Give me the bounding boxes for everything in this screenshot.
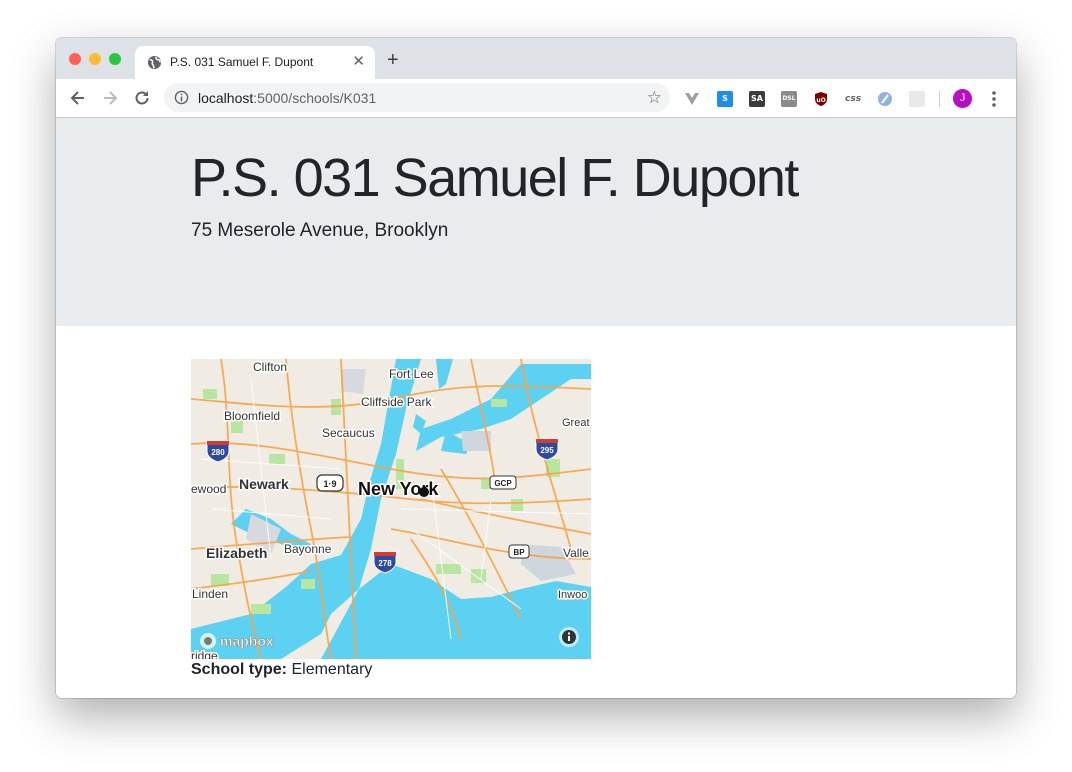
map-label-secaucus: Secaucus bbox=[322, 426, 375, 440]
map-label-newark: Newark bbox=[239, 476, 289, 492]
school-type-label: School type: bbox=[191, 661, 288, 678]
ublock-icon[interactable]: uO bbox=[813, 91, 829, 107]
close-window-button[interactable] bbox=[69, 53, 81, 65]
map-label-bayonne: Bayonne bbox=[284, 542, 332, 556]
map-label-clifton: Clifton bbox=[253, 360, 287, 374]
info-icon[interactable] bbox=[174, 90, 189, 105]
map-label-valle: Valle bbox=[563, 546, 589, 560]
url-text[interactable]: localhost:5000/schools/K031 bbox=[198, 90, 376, 106]
globe-icon bbox=[147, 55, 162, 70]
stylish-icon[interactable]: S bbox=[717, 91, 733, 107]
page-content: P.S. 031 Samuel F. Dupont 75 Meserole Av… bbox=[56, 118, 1016, 698]
map-label-fort-lee: Fort Lee bbox=[389, 367, 434, 381]
minimize-window-button[interactable] bbox=[89, 53, 101, 65]
us19-shield-icon: 1·9 bbox=[316, 474, 344, 492]
map-label-cliffside-park: Cliffside Park bbox=[361, 395, 432, 409]
school-type-value: Elementary bbox=[291, 661, 373, 678]
map-label-inwood: Inwoo bbox=[558, 589, 587, 601]
more-menu-icon[interactable] bbox=[988, 89, 1000, 109]
attribution-info-icon[interactable] bbox=[559, 627, 579, 647]
i278-shield-label: 278 bbox=[378, 559, 392, 568]
title-bar: P.S. 031 Samuel F. Dupont ✕ + bbox=[56, 38, 1016, 79]
school-type-line: School type: Elementary bbox=[191, 661, 372, 679]
reload-icon[interactable] bbox=[132, 88, 152, 108]
sa-icon[interactable]: SA bbox=[749, 91, 765, 107]
browser-window: P.S. 031 Samuel F. Dupont ✕ + localhost:… bbox=[56, 38, 1016, 698]
school-location-marker[interactable] bbox=[419, 487, 429, 497]
school-name-heading: P.S. 031 Samuel F. Dupont bbox=[191, 148, 799, 208]
school-address: 75 Meserole Avenue, Brooklyn bbox=[191, 220, 449, 241]
gcp-shield-label: GCP bbox=[494, 479, 512, 488]
browser-toolbar: localhost:5000/schools/K031 ☆ S SA DSL u… bbox=[56, 79, 1016, 118]
map-label-linden: Linden bbox=[192, 587, 228, 601]
extension-icon[interactable] bbox=[909, 91, 925, 107]
forward-arrow-icon[interactable] bbox=[100, 88, 120, 108]
tab-close-icon[interactable]: ✕ bbox=[352, 52, 365, 72]
map-label-bloomfield: Bloomfield bbox=[224, 409, 280, 423]
url-host: localhost bbox=[198, 90, 254, 106]
bp-shield-label: BP bbox=[513, 548, 525, 557]
profile-avatar[interactable]: J bbox=[953, 89, 972, 108]
school-map[interactable]: Clifton Fort Lee Bloomfield Cliffside Pa… bbox=[191, 359, 591, 659]
url-path: :5000/schools/K031 bbox=[253, 90, 377, 106]
us19-shield-label: 1·9 bbox=[323, 479, 336, 489]
toolbar-separator bbox=[939, 91, 940, 107]
map-label-ewood: ewood bbox=[191, 482, 226, 496]
mapbox-logo[interactable]: mapbox bbox=[200, 633, 274, 649]
map-label-great: Great bbox=[562, 417, 590, 429]
jumbotron-header: P.S. 031 Samuel F. Dupont 75 Meserole Av… bbox=[56, 118, 1016, 326]
map-label-ridge: ridge bbox=[191, 649, 218, 659]
new-tab-icon[interactable]: + bbox=[387, 50, 399, 70]
back-arrow-icon[interactable] bbox=[68, 88, 88, 108]
address-bar[interactable]: localhost:5000/schools/K031 ☆ bbox=[164, 83, 670, 112]
mapbox-logo-text: mapbox bbox=[220, 633, 274, 649]
gcp-shield-icon: GCP bbox=[489, 475, 517, 490]
bookmark-star-icon[interactable]: ☆ bbox=[647, 88, 662, 107]
svg-text:uO: uO bbox=[816, 97, 825, 104]
dsl-icon[interactable]: DSL bbox=[781, 91, 797, 107]
tab-title: P.S. 031 Samuel F. Dupont bbox=[170, 55, 314, 69]
map-label-elizabeth: Elizabeth bbox=[206, 545, 267, 561]
pinboard-icon[interactable] bbox=[877, 91, 893, 107]
map-canvas[interactable]: Clifton Fort Lee Bloomfield Cliffside Pa… bbox=[191, 359, 591, 659]
css-icon[interactable]: css bbox=[845, 91, 861, 107]
i295-shield-label: 295 bbox=[540, 446, 554, 455]
i280-shield-label: 280 bbox=[211, 448, 225, 457]
vue-devtools-icon[interactable] bbox=[684, 91, 700, 107]
bp-shield-icon: BP bbox=[508, 544, 530, 559]
zoom-window-button[interactable] bbox=[109, 53, 121, 65]
browser-tab[interactable]: P.S. 031 Samuel F. Dupont ✕ bbox=[135, 46, 375, 79]
